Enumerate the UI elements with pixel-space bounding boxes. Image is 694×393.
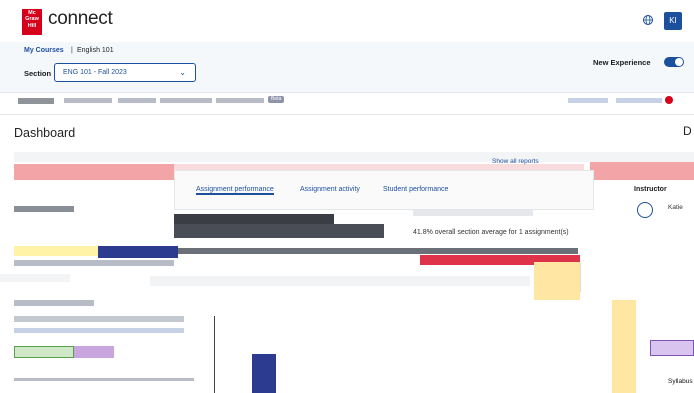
beta-badge: Beta (268, 96, 285, 103)
instructor-label: Instructor (634, 186, 667, 193)
report-header-bar (174, 214, 334, 224)
section-select[interactable]: ENG 101 - Fall 2023 ⌄ (54, 63, 196, 82)
report-band (0, 274, 70, 282)
action-button[interactable] (650, 340, 694, 356)
nav-item[interactable] (118, 98, 156, 103)
report-band (150, 276, 530, 286)
right-panel-initial: D (683, 124, 692, 138)
logo-line: Hill (27, 22, 37, 29)
syllabus-link[interactable]: Syllabus (668, 378, 693, 385)
action-button[interactable] (74, 346, 114, 358)
report-header-bar (174, 224, 384, 238)
page-title: Dashboard (14, 126, 76, 140)
list-item (14, 300, 94, 306)
nav-item[interactable] (160, 98, 212, 103)
breadcrumb-my-courses[interactable]: My Courses (24, 47, 64, 54)
section-label: Section (24, 69, 52, 78)
report-band (14, 260, 174, 266)
new-experience-label: New Experience (593, 58, 651, 67)
highlight-band (14, 246, 98, 256)
action-button[interactable] (14, 346, 74, 358)
chart-y-axis (214, 316, 215, 393)
instructor-name: Katie (668, 204, 683, 211)
report-band (98, 246, 178, 258)
connect-wordmark: connect (48, 8, 113, 29)
notification-icon[interactable] (665, 96, 673, 104)
nav-item[interactable] (216, 98, 264, 103)
list-item-link[interactable] (14, 328, 184, 333)
breadcrumb-separator: | (71, 47, 73, 54)
toggle-knob (675, 58, 683, 66)
highlight-band (612, 300, 636, 393)
alert-band (14, 164, 174, 180)
new-experience-toggle[interactable] (664, 57, 684, 67)
mcgraw-hill-logo[interactable]: Mc Graw Hill (22, 9, 42, 35)
card-header-strip (14, 152, 694, 162)
list-item (14, 316, 184, 322)
nav-item-right[interactable] (568, 98, 608, 103)
user-avatar[interactable]: KI (664, 12, 682, 30)
tab-assignment-activity[interactable]: Assignment activity (300, 186, 360, 193)
section-select-value: ENG 101 - Fall 2023 (63, 69, 127, 76)
overall-average-metric: 41.8% overall section average for 1 assi… (413, 229, 569, 236)
globe-icon[interactable] (642, 14, 654, 26)
divider (14, 378, 194, 381)
nav-item-active[interactable] (18, 98, 54, 104)
chart-bar (252, 354, 276, 393)
breadcrumb-current: English 101 (77, 47, 114, 54)
tab-student-performance[interactable]: Student performance (383, 186, 448, 193)
report-band (178, 248, 578, 254)
chevron-down-icon: ⌄ (179, 68, 186, 77)
metric-heading (413, 210, 533, 216)
alert-band (590, 162, 694, 180)
instructor-avatar (637, 202, 653, 218)
highlight-band (534, 262, 580, 300)
nav-item[interactable] (64, 98, 112, 103)
divider (0, 114, 694, 115)
side-panel (580, 262, 621, 292)
nav-item-right[interactable] (616, 98, 662, 103)
tab-assignment-performance[interactable]: Assignment performance (196, 186, 274, 195)
show-all-reports-link[interactable]: Show all reports (492, 158, 539, 165)
assignments-label (14, 206, 74, 212)
